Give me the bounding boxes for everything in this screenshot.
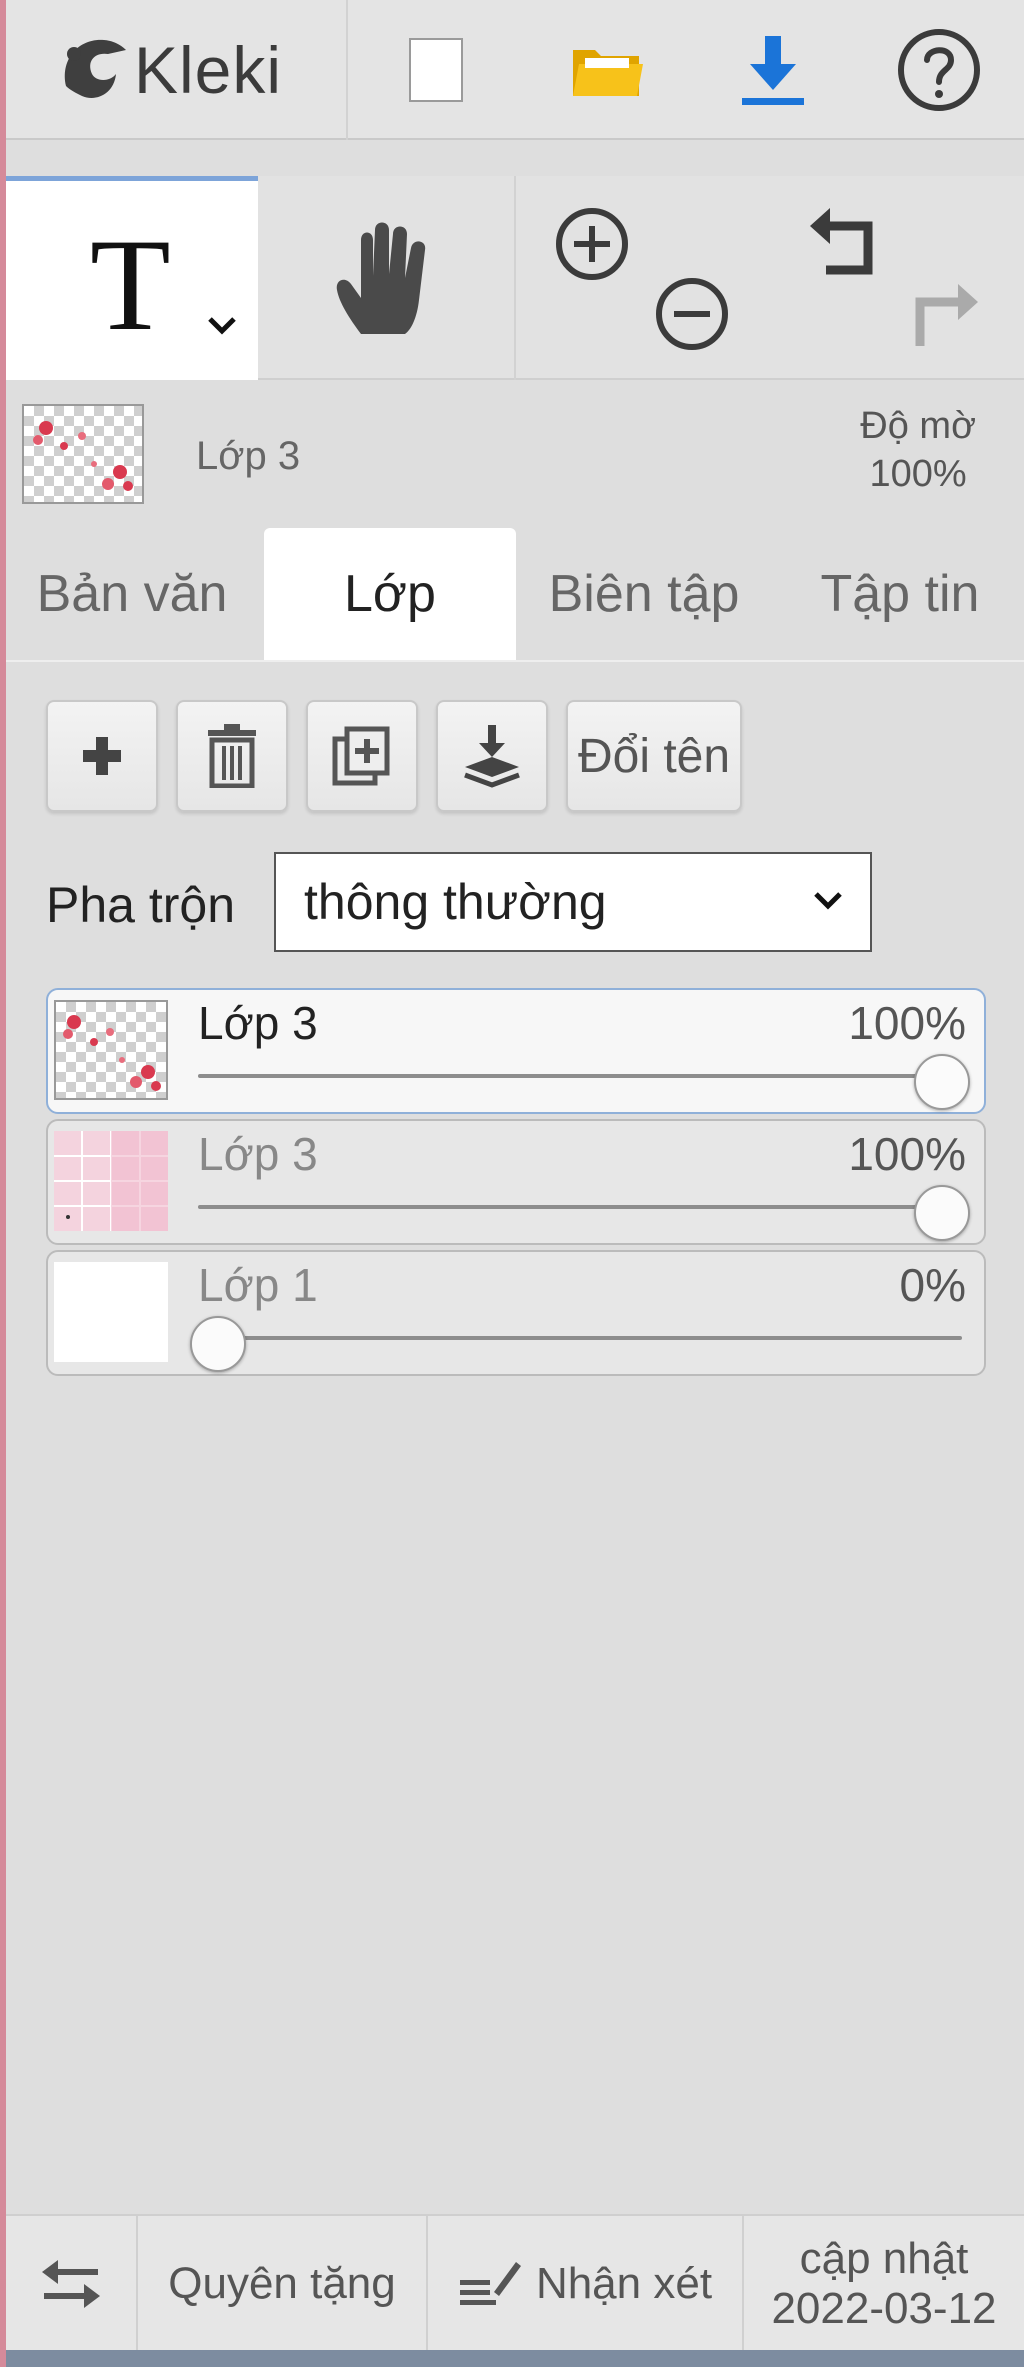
opacity-readout[interactable]: Độ mờ 100% xyxy=(860,402,976,498)
layer-thumbnail xyxy=(54,1131,168,1231)
rename-label: Đổi tên xyxy=(577,729,731,783)
rename-layer-button[interactable]: Đổi tên xyxy=(566,700,742,812)
layer-item[interactable]: Lớp 3 100% xyxy=(46,1119,986,1245)
kleki-logo-icon xyxy=(56,30,132,111)
hand-tool-icon xyxy=(336,222,426,334)
text-tool-icon: T xyxy=(90,211,171,358)
layer-thumbnail xyxy=(54,1000,168,1100)
app-title: Kleki xyxy=(134,33,283,107)
add-layer-icon xyxy=(83,737,121,775)
top-toolbar: Kleki xyxy=(6,0,1024,140)
tab-layers[interactable]: Lớp xyxy=(264,528,516,660)
layer-item[interactable]: Lớp 3 100% xyxy=(46,988,986,1114)
zoom-in-icon[interactable] xyxy=(554,206,630,282)
current-layer-name: Lớp 3 xyxy=(196,434,301,478)
blend-mode-select[interactable]: thông thường xyxy=(274,852,872,952)
opacity-slider-handle[interactable] xyxy=(914,1185,970,1241)
opacity-slider-track[interactable] xyxy=(198,1205,962,1209)
feedback-label: Nhận xét xyxy=(535,2259,713,2308)
opacity-slider-track[interactable] xyxy=(198,1336,962,1340)
layer-name: Lớp 3 xyxy=(198,997,318,1049)
delete-layer-button[interactable] xyxy=(176,700,288,812)
layer-opacity: 100% xyxy=(848,997,966,1049)
opacity-label: Độ mờ xyxy=(860,405,976,447)
download-button[interactable] xyxy=(708,0,838,140)
side-panel: Kleki T Lớp 3 Độ mờ 100% Bản văn Lớp Biê… xyxy=(6,0,1024,2367)
tab-text[interactable]: Bản văn xyxy=(6,528,258,660)
blend-mode-value: thông thường xyxy=(304,874,607,930)
help-icon xyxy=(898,29,980,111)
swap-arrows-icon xyxy=(42,2260,100,2308)
opacity-slider-handle[interactable] xyxy=(190,1316,246,1372)
undo-icon[interactable] xyxy=(806,204,886,284)
new-document-icon xyxy=(409,38,463,102)
add-layer-button[interactable] xyxy=(46,700,158,812)
tabs-divider xyxy=(6,660,1024,662)
blend-label: Pha trộn xyxy=(46,877,236,933)
donate-button[interactable]: Quyên tặng xyxy=(138,2216,428,2352)
merge-down-icon xyxy=(464,725,520,788)
layer-opacity: 100% xyxy=(848,1128,966,1180)
opacity-value: 100% xyxy=(869,453,967,495)
download-icon xyxy=(742,36,804,105)
delete-layer-icon xyxy=(208,724,256,788)
layer-name: Lớp 3 xyxy=(198,1128,318,1180)
layer-name: Lớp 1 xyxy=(198,1259,318,1311)
layer-opacity: 0% xyxy=(899,1259,966,1311)
swap-side-button[interactable] xyxy=(6,2216,138,2352)
open-folder-icon xyxy=(573,50,643,96)
current-layer-thumbnail xyxy=(22,404,144,504)
current-layer-preview: Lớp 3 Độ mờ 100% xyxy=(6,380,1024,510)
hand-tool-button[interactable] xyxy=(258,176,516,380)
update-info[interactable]: cập nhật 2022-03-12 xyxy=(744,2216,1024,2352)
open-file-button[interactable] xyxy=(542,0,672,140)
tool-row: T xyxy=(6,176,1024,380)
chevron-down-icon[interactable] xyxy=(206,315,238,337)
merge-down-button[interactable] xyxy=(436,700,548,812)
layer-item[interactable]: Lớp 1 0% xyxy=(46,1250,986,1376)
text-tool-button[interactable]: T xyxy=(6,176,258,380)
taskbar-edge xyxy=(6,2350,1024,2367)
zoom-out-icon[interactable] xyxy=(654,276,730,352)
opacity-slider-handle[interactable] xyxy=(914,1054,970,1110)
tab-file[interactable]: Tập tin xyxy=(776,528,1024,660)
panel-tabs: Bản văn Lớp Biên tập Tập tin xyxy=(6,528,1024,660)
duplicate-layer-icon xyxy=(332,726,390,786)
opacity-slider-track[interactable] xyxy=(198,1074,962,1078)
tab-edit[interactable]: Biên tập xyxy=(518,528,770,660)
feedback-icon xyxy=(459,2262,521,2305)
new-document-button[interactable] xyxy=(376,0,496,140)
help-button[interactable] xyxy=(874,0,1004,140)
update-label: cập nhật xyxy=(799,2234,969,2283)
chevron-down-icon xyxy=(814,892,842,910)
kleki-logo[interactable]: Kleki xyxy=(6,0,348,140)
update-date: 2022-03-12 xyxy=(771,2284,997,2333)
layer-thumbnail xyxy=(54,1262,168,1362)
footer-bar: Quyên tặng Nhận xét cập nhật 2022-03-12 xyxy=(6,2214,1024,2352)
feedback-button[interactable]: Nhận xét xyxy=(428,2216,744,2352)
redo-icon[interactable] xyxy=(902,280,982,360)
duplicate-layer-button[interactable] xyxy=(306,700,418,812)
